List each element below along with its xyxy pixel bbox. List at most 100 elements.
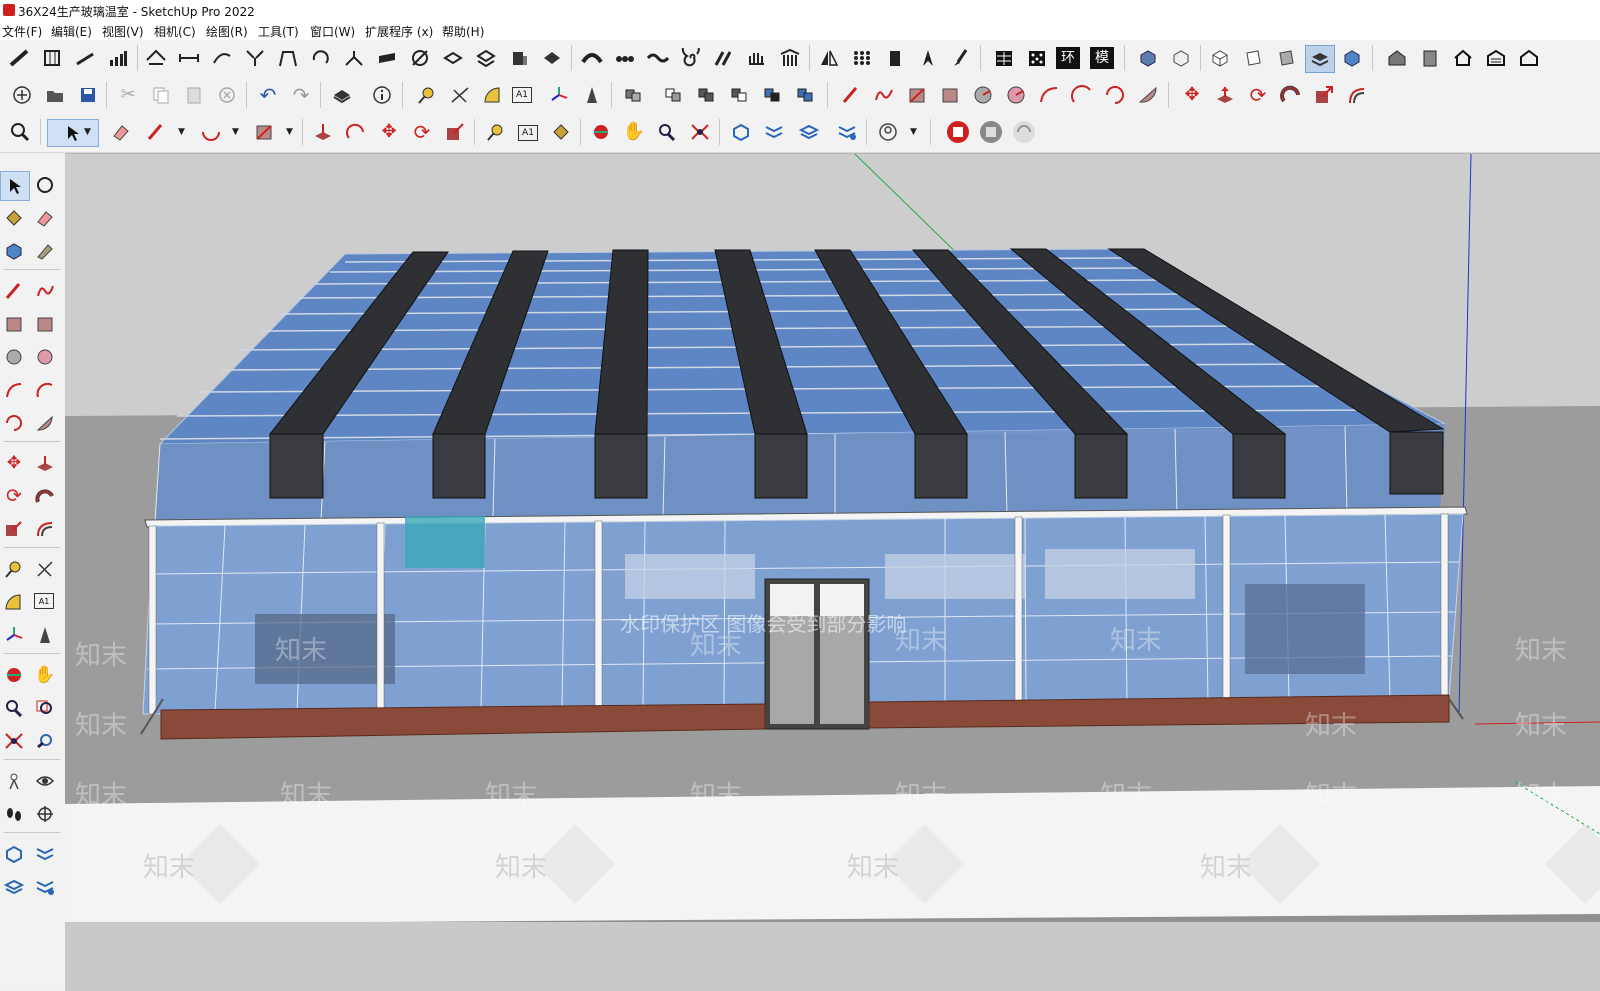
bar-steps-icon[interactable] <box>104 45 132 71</box>
zoom-icon[interactable] <box>6 119 34 145</box>
rotated-rect-icon[interactable] <box>936 82 964 108</box>
arc-icon[interactable] <box>197 119 225 145</box>
previous-view-icon[interactable] <box>31 727 59 755</box>
dimension-icon[interactable] <box>446 82 474 108</box>
layers-icon[interactable] <box>795 119 823 145</box>
zoom-window-icon[interactable] <box>31 694 59 722</box>
paste-icon[interactable] <box>180 82 208 108</box>
pan-icon[interactable]: ✋ <box>620 119 648 145</box>
text-icon[interactable]: A1 <box>512 87 532 103</box>
text-icon[interactable]: A1 <box>34 593 54 609</box>
extension-icon[interactable] <box>31 840 59 868</box>
menu-help[interactable]: 帮助(H) <box>442 23 484 40</box>
rectangle-icon[interactable] <box>0 310 28 338</box>
mirror-icon[interactable] <box>815 45 843 71</box>
mo-icon[interactable]: 模 <box>1090 47 1114 69</box>
side-view-icon[interactable] <box>1239 45 1267 71</box>
component-icon[interactable] <box>620 82 648 108</box>
push-pull-icon[interactable] <box>309 119 337 145</box>
rotate-icon[interactable]: ⟳ <box>1244 82 1272 108</box>
sweep-icon[interactable] <box>208 45 236 71</box>
polygon-icon[interactable] <box>1002 82 1030 108</box>
chain-icon[interactable] <box>611 45 639 71</box>
iso-cube-icon[interactable] <box>1134 45 1162 71</box>
new-file-icon[interactable] <box>8 82 36 108</box>
huan-icon[interactable]: 环 <box>1056 47 1080 69</box>
eraser-icon[interactable] <box>31 204 59 232</box>
menu-tools[interactable]: 工具(T) <box>258 23 299 40</box>
compass-icon[interactable] <box>31 800 59 828</box>
select-icon[interactable] <box>47 119 99 147</box>
warehouse-icon[interactable] <box>727 119 755 145</box>
home-icon[interactable] <box>1449 45 1477 71</box>
tape-measure-icon[interactable] <box>0 555 28 583</box>
menu-extensions[interactable]: 扩展程序 (x) <box>365 23 433 40</box>
stairs-icon[interactable] <box>5 45 33 71</box>
eraser-icon[interactable] <box>107 119 135 145</box>
scissors-icon[interactable]: ✂ <box>114 82 142 108</box>
pencil-icon[interactable] <box>0 277 28 305</box>
pencil-line-icon[interactable] <box>406 45 434 71</box>
pencil-icon[interactable] <box>837 82 865 108</box>
arc-bar-icon[interactable] <box>578 45 606 71</box>
chevron-down-icon[interactable]: ▼ <box>910 127 917 137</box>
top-view-icon[interactable] <box>1206 45 1234 71</box>
iso-box-icon[interactable] <box>1167 45 1195 71</box>
tag-icon[interactable] <box>31 237 59 265</box>
split-icon[interactable] <box>340 45 368 71</box>
menu-file[interactable]: 文件(F) <box>2 23 42 40</box>
table-icon[interactable] <box>990 45 1018 71</box>
copy-icon[interactable] <box>147 82 175 108</box>
zoom-extents-icon[interactable] <box>686 119 714 145</box>
arc-2pt-icon[interactable] <box>1068 82 1096 108</box>
rotate-curve-icon[interactable] <box>307 45 335 71</box>
menu-window[interactable]: 窗口(W) <box>310 23 355 40</box>
beam-icon[interactable] <box>175 45 203 71</box>
chevron-down-icon[interactable]: ▼ <box>84 127 91 137</box>
move-icon[interactable]: ✥ <box>375 119 403 145</box>
position-camera-icon[interactable] <box>0 767 28 795</box>
open-folder-icon[interactable] <box>41 82 69 108</box>
3d-text-icon[interactable] <box>578 82 606 108</box>
slab-icon[interactable] <box>373 45 401 71</box>
freehand-icon[interactable] <box>870 82 898 108</box>
solid-union-icon[interactable] <box>693 82 721 108</box>
model-viewport[interactable]: 知末 知末 知末 知末 知末 知末 知末 知末 知末 知末 知末 知末 知末 知… <box>65 153 1600 991</box>
delete-icon[interactable] <box>213 82 241 108</box>
solid-split-icon[interactable] <box>792 82 820 108</box>
gray-cube-icon[interactable] <box>977 119 1005 145</box>
arc-icon[interactable] <box>0 376 28 404</box>
grid-panel-icon[interactable] <box>38 45 66 71</box>
ramp-icon[interactable] <box>71 45 99 71</box>
sync-icon[interactable] <box>1010 119 1038 145</box>
save-icon[interactable] <box>74 82 102 108</box>
red-cube-icon[interactable] <box>944 119 972 145</box>
scale-icon[interactable] <box>1310 82 1338 108</box>
offset-icon[interactable] <box>31 515 59 543</box>
pillars-icon[interactable] <box>776 45 804 71</box>
arrow-pen-icon[interactable] <box>914 45 942 71</box>
section-plane-icon[interactable] <box>0 661 28 689</box>
pie-icon[interactable] <box>31 409 59 437</box>
wave-icon[interactable] <box>644 45 672 71</box>
polygon-icon[interactable] <box>31 343 59 371</box>
follow-me-icon[interactable] <box>342 119 370 145</box>
zoom-icon[interactable] <box>0 694 28 722</box>
walk-icon[interactable] <box>0 800 28 828</box>
rectangle-icon[interactable] <box>250 119 278 145</box>
chevron-down-icon[interactable]: ▼ <box>232 127 239 137</box>
redo-icon[interactable]: ↷ <box>287 82 315 108</box>
bars-slant-icon[interactable] <box>710 45 738 71</box>
warehouse-icon[interactable] <box>0 840 28 868</box>
cut-shape-icon[interactable] <box>538 45 566 71</box>
box-icon[interactable] <box>505 45 533 71</box>
profile-icon[interactable] <box>874 119 902 145</box>
pie-icon[interactable] <box>1134 82 1162 108</box>
axes-icon[interactable] <box>545 82 573 108</box>
arc-3pt-icon[interactable] <box>0 409 28 437</box>
dimension-icon[interactable] <box>31 555 59 583</box>
chevron-down-icon[interactable]: ▼ <box>178 127 185 137</box>
menu-edit[interactable]: 编辑(E) <box>51 23 92 40</box>
text-icon[interactable]: A1 <box>518 125 538 141</box>
layers-icon[interactable] <box>0 873 28 901</box>
